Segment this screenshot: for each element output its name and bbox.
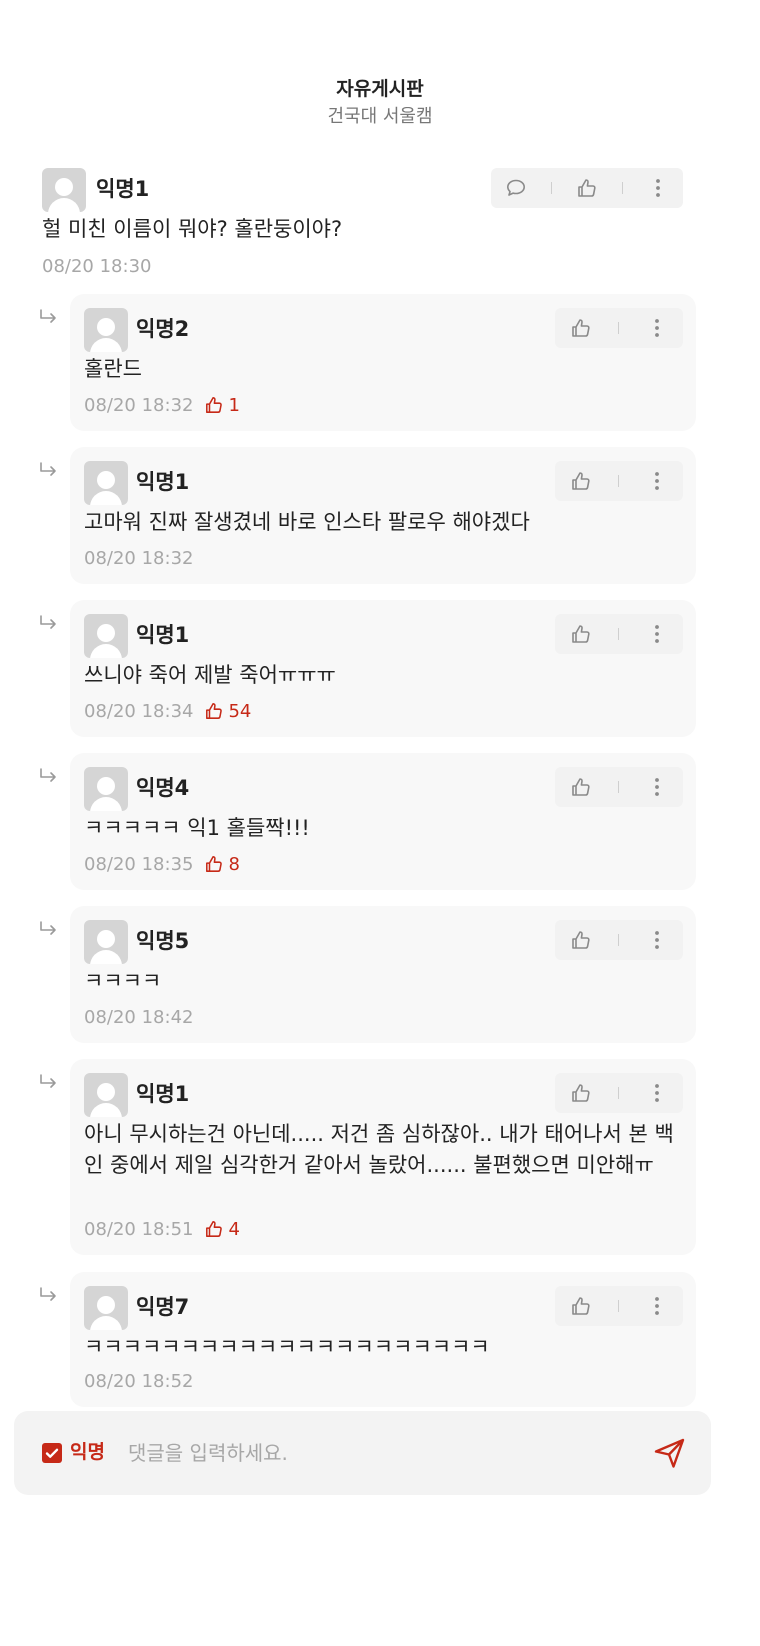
more-options-icon[interactable] — [642, 772, 672, 802]
like-count: 4 — [205, 1219, 240, 1240]
reply-card: 익명1 쓰니야 죽어 제발 죽어ㅠㅠㅠ 08/20 18:34 54 — [70, 600, 696, 737]
reply-author: 익명7 — [136, 1295, 190, 1319]
like-count-value: 54 — [228, 701, 252, 722]
reply-text: ㅋㅋㅋㅋ — [84, 969, 162, 993]
reply-arrow-icon — [40, 1287, 56, 1301]
reply-card: 익명1 고마워 진짜 잘생겼네 바로 인스타 팔로우 해야겠다 08/20 18:3… — [70, 447, 696, 584]
like-count-value: 1 — [228, 395, 240, 416]
reply-text: ㅋㅋㅋㅋㅋ 익1 홀들짝!!! — [84, 816, 310, 840]
reply-text: 홀란드 — [84, 357, 142, 381]
anonymous-label[interactable]: 익명 — [70, 1439, 105, 1465]
reply-timestamp: 08/20 18:32 — [84, 548, 194, 569]
reply-author: 익명4 — [136, 776, 190, 800]
more-options-icon[interactable] — [642, 925, 672, 955]
more-options-icon[interactable] — [643, 173, 673, 203]
reply-actions — [555, 920, 683, 960]
reply-card: 익명4 ㅋㅋㅋㅋㅋ 익1 홀들짝!!! 08/20 18:35 8 — [70, 753, 696, 890]
comment-input-bar: 익명 — [14, 1411, 711, 1495]
reply-actions — [555, 767, 683, 807]
post-actions — [491, 168, 683, 208]
reply-meta: 08/20 18:32 1 — [84, 395, 240, 417]
post-text: 헐 미친 이름이 뭐야? 홀란둥이야? — [42, 217, 343, 241]
reply-text: 아니 무시하는건 아닌데..... 저건 좀 심하잖아.. 내가 태어나서 본 … — [84, 1122, 674, 1177]
more-options-icon[interactable] — [642, 619, 672, 649]
reply-actions — [555, 308, 683, 348]
reply-arrow-icon — [40, 921, 56, 935]
thumbs-up-icon[interactable] — [566, 1078, 596, 1108]
comment-input[interactable] — [126, 1433, 630, 1473]
reply-text: 쓰니야 죽어 제발 죽어ㅠㅠㅠ — [84, 663, 336, 687]
reply-arrow-icon — [40, 1074, 56, 1088]
reply-author: 익명1 — [136, 1082, 190, 1106]
header: 자유게시판 건국대 서울캠 — [0, 78, 760, 128]
more-options-icon[interactable] — [642, 466, 672, 496]
more-options-icon[interactable] — [642, 1291, 672, 1321]
reply-meta: 08/20 18:52 — [84, 1371, 193, 1393]
send-icon[interactable] — [652, 1435, 688, 1471]
reply-actions — [555, 1073, 683, 1113]
reply-arrow-icon — [40, 462, 56, 476]
post-author: 익명1 — [96, 177, 150, 201]
like-count-value: 8 — [228, 854, 240, 875]
reply-author: 익명2 — [136, 317, 190, 341]
board-title: 자유게시판 — [336, 78, 424, 100]
avatar — [84, 1073, 128, 1117]
reply-meta: 08/20 18:32 — [84, 548, 193, 570]
reply-meta: 08/20 18:51 4 — [84, 1219, 240, 1241]
reply-arrow-icon — [40, 309, 56, 323]
reply-meta: 08/20 18:35 8 — [84, 854, 240, 876]
thumbs-up-icon[interactable] — [566, 466, 596, 496]
reply-timestamp: 08/20 18:42 — [84, 1007, 194, 1028]
reply-meta: 08/20 18:34 54 — [84, 701, 251, 723]
reply-arrow-icon — [40, 768, 56, 782]
like-count: 54 — [205, 701, 251, 722]
like-count: 1 — [205, 395, 240, 416]
thumbs-up-icon[interactable] — [566, 772, 596, 802]
reply-author: 익명5 — [136, 929, 190, 953]
post-timestamp: 08/20 18:30 — [42, 256, 152, 277]
check-icon — [45, 1448, 59, 1458]
reply-card: 익명7 ㅋㅋㅋㅋㅋㅋㅋㅋㅋㅋㅋㅋㅋㅋㅋㅋㅋㅋㅋㅋㅋ 08/20 18:52 — [70, 1272, 696, 1407]
avatar — [42, 168, 86, 212]
reply-timestamp: 08/20 18:52 — [84, 1371, 194, 1392]
avatar — [84, 767, 128, 811]
comment-icon[interactable] — [501, 173, 531, 203]
thumbs-up-icon[interactable] — [572, 173, 602, 203]
reply-timestamp: 08/20 18:32 — [84, 395, 194, 416]
reply-actions — [555, 461, 683, 501]
reply-actions — [555, 614, 683, 654]
thumbs-up-icon[interactable] — [566, 619, 596, 649]
avatar — [84, 461, 128, 505]
like-count: 8 — [205, 854, 240, 875]
thumbs-up-icon[interactable] — [566, 313, 596, 343]
reply-card: 익명2 홀란드 08/20 18:32 1 — [70, 294, 696, 431]
reply-author: 익명1 — [136, 623, 190, 647]
avatar — [84, 614, 128, 658]
reply-timestamp: 08/20 18:34 — [84, 701, 194, 722]
thumbs-up-icon[interactable] — [566, 1291, 596, 1321]
reply-text: 고마워 진짜 잘생겼네 바로 인스타 팔로우 해야겠다 — [84, 510, 530, 534]
reply-author: 익명1 — [136, 470, 190, 494]
more-options-icon[interactable] — [642, 1078, 672, 1108]
thumbs-up-icon[interactable] — [566, 925, 596, 955]
board-subtitle: 건국대 서울캠 — [327, 106, 433, 127]
avatar — [84, 308, 128, 352]
reply-card: 익명5 ㅋㅋㅋㅋ 08/20 18:42 — [70, 906, 696, 1043]
reply-actions — [555, 1286, 683, 1326]
like-count-value: 4 — [228, 1219, 240, 1240]
reply-timestamp: 08/20 18:35 — [84, 854, 194, 875]
reply-card: 익명1 아니 무시하는건 아닌데..... 저건 좀 심하잖아.. 내가 태어나서… — [70, 1059, 696, 1255]
reply-meta: 08/20 18:42 — [84, 1007, 193, 1029]
reply-timestamp: 08/20 18:51 — [84, 1219, 194, 1240]
post-time: 08/20 18:30 — [42, 256, 151, 278]
more-options-icon[interactable] — [642, 313, 672, 343]
avatar — [84, 1286, 128, 1330]
avatar — [84, 920, 128, 964]
reply-arrow-icon — [40, 615, 56, 629]
reply-text: ㅋㅋㅋㅋㅋㅋㅋㅋㅋㅋㅋㅋㅋㅋㅋㅋㅋㅋㅋㅋㅋ — [84, 1335, 490, 1359]
anonymous-checkbox[interactable] — [42, 1443, 62, 1463]
